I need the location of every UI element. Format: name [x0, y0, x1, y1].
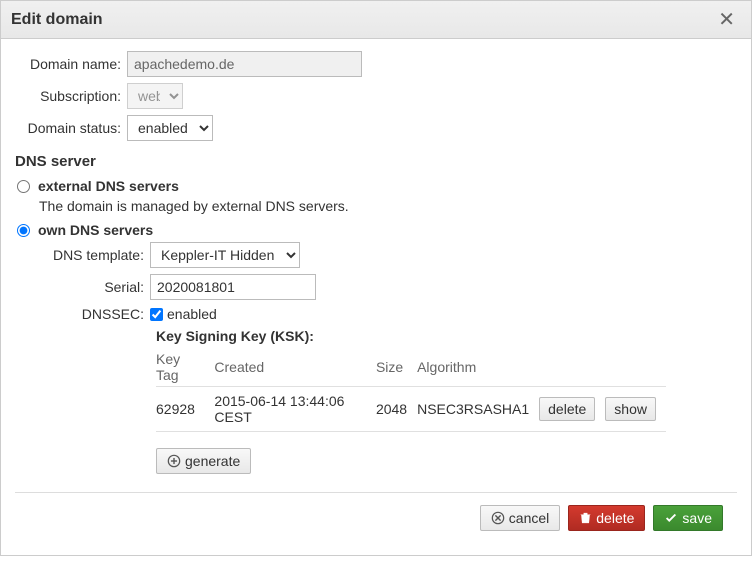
plus-circle-icon	[167, 454, 181, 468]
serial-label: Serial:	[15, 279, 150, 295]
radio-external-label[interactable]: external DNS servers	[38, 178, 179, 194]
dnssec-enabled-label: enabled	[167, 306, 217, 322]
edit-domain-dialog: Edit domain ✕ Domain name: Subscription:…	[0, 0, 752, 556]
delete-label: delete	[596, 510, 634, 526]
external-hint: The domain is managed by external DNS se…	[39, 198, 737, 214]
generate-wrap: generate	[156, 448, 737, 474]
row-domain-name: Domain name:	[15, 51, 737, 77]
divider	[15, 492, 737, 493]
radio-own-label[interactable]: own DNS servers	[38, 222, 153, 238]
generate-label: generate	[185, 453, 240, 469]
ksk-size: 2048	[376, 387, 417, 432]
col-keytag: Key Tag	[156, 348, 214, 387]
ksk-section: Key Signing Key (KSK): Key Tag Created S…	[156, 328, 666, 432]
row-template: DNS template: Keppler-IT Hidden	[15, 242, 737, 268]
status-select[interactable]: enabled	[127, 115, 213, 141]
row-subscription: Subscription: web2	[15, 83, 737, 109]
radio-external[interactable]	[17, 180, 30, 193]
ksk-header-row: Key Tag Created Size Algorithm	[156, 348, 666, 387]
close-button[interactable]: ✕	[712, 7, 741, 32]
row-dnssec: DNSSEC: enabled	[15, 306, 737, 322]
own-dns-settings: DNS template: Keppler-IT Hidden Serial: …	[15, 242, 737, 474]
check-icon	[664, 511, 678, 525]
ksk-delete-button[interactable]: delete	[539, 397, 595, 421]
ksk-show-button[interactable]: show	[605, 397, 656, 421]
status-label: Domain status:	[15, 120, 127, 136]
row-status: Domain status: enabled	[15, 115, 737, 141]
radio-own-row: own DNS servers	[15, 222, 737, 238]
dnssec-checkbox[interactable]	[150, 308, 163, 321]
generate-button[interactable]: generate	[156, 448, 251, 474]
ksk-created: 2015-06-14 13:44:06 CEST	[214, 387, 376, 432]
template-label: DNS template:	[15, 247, 150, 263]
dnssec-label: DNSSEC:	[15, 306, 150, 322]
dialog-content: Domain name: Subscription: web2 Domain s…	[1, 39, 751, 555]
col-size: Size	[376, 348, 417, 387]
ksk-algo: NSEC3RSASHA1	[417, 387, 539, 432]
footer: cancel delete save	[15, 505, 737, 537]
cancel-button[interactable]: cancel	[480, 505, 560, 531]
ksk-keytag: 62928	[156, 387, 214, 432]
col-created: Created	[214, 348, 376, 387]
domain-name-label: Domain name:	[15, 56, 127, 72]
delete-button[interactable]: delete	[568, 505, 645, 531]
template-select[interactable]: Keppler-IT Hidden	[150, 242, 300, 268]
radio-external-row: external DNS servers	[15, 178, 737, 194]
row-serial: Serial:	[15, 274, 737, 300]
titlebar: Edit domain ✕	[1, 1, 751, 39]
dns-section-head: DNS server	[15, 153, 737, 170]
subscription-select: web2	[127, 83, 183, 109]
ksk-table: Key Tag Created Size Algorithm 62928 201…	[156, 348, 666, 432]
ksk-row: 62928 2015-06-14 13:44:06 CEST 2048 NSEC…	[156, 387, 666, 432]
serial-input[interactable]	[150, 274, 316, 300]
col-algo: Algorithm	[417, 348, 539, 387]
dialog-title: Edit domain	[11, 11, 103, 29]
cancel-icon	[491, 511, 505, 525]
subscription-label: Subscription:	[15, 88, 127, 104]
close-icon: ✕	[718, 9, 735, 31]
domain-name-input	[127, 51, 362, 77]
trash-icon	[579, 511, 592, 525]
save-button[interactable]: save	[653, 505, 723, 531]
ksk-title: Key Signing Key (KSK):	[156, 328, 666, 344]
cancel-label: cancel	[509, 510, 549, 526]
radio-own[interactable]	[17, 224, 30, 237]
save-label: save	[682, 510, 712, 526]
